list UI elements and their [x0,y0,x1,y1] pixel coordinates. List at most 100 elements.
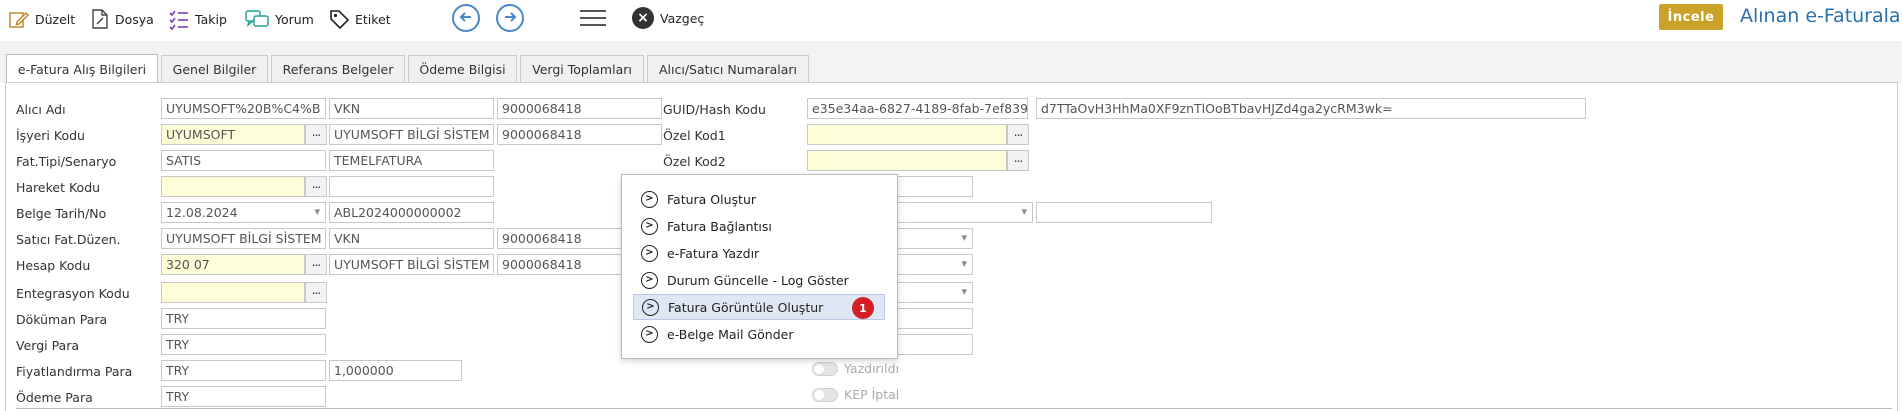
odeme-para-field[interactable]: TRY [161,386,326,407]
belge-tarih-field[interactable]: 12.08.2024 [161,202,326,223]
hesap-vkn-field[interactable]: 9000068418 [497,254,622,275]
back-button[interactable] [452,4,480,32]
tab-alici-satici-numaralari[interactable]: Alıcı/Satıcı Numaraları [647,55,809,82]
track-button[interactable]: Takip [168,8,227,30]
ozel-kod2-lookup-button[interactable]: ... [1007,150,1029,171]
kur-field[interactable]: 1,000000 [329,360,462,381]
tab-efatura-alis[interactable]: e-Fatura Alış Bilgileri [6,54,158,83]
satici-id-type-field[interactable]: VKN [329,228,494,249]
page-title: Alınan e-Faturalar [1740,5,1902,27]
pencil-icon [8,8,30,30]
vergi-para-field[interactable]: TRY [161,334,326,355]
tag-button[interactable]: Etiket [328,8,391,30]
hareket-kodu-label: Hareket Kodu [16,180,101,195]
odeme-para-label: Ödeme Para [16,390,93,405]
kep-iptal-toggle[interactable] [812,387,838,402]
comment-label: Yorum [275,11,314,27]
belge-no-field[interactable]: ABL2024000000002 [329,202,494,223]
ozel-kod1-field[interactable] [807,124,1007,145]
right-field-row5[interactable] [1036,202,1212,223]
comment-button[interactable]: Yorum [244,8,314,30]
close-icon: × [632,7,654,29]
hamburger-menu-icon[interactable] [580,10,606,28]
chevron-right-icon: > [641,217,658,235]
menu-item-fatura-olustur[interactable]: > Fatura Oluştur [633,186,885,212]
hesap-name-field[interactable]: UYUMSOFT BİLGİ SİSTEM [329,254,494,275]
menu-item-label: Fatura Bağlantısı [667,218,772,234]
isyeri-vkn-field[interactable]: 9000068418 [497,124,662,145]
tab-bar: e-Fatura Alış Bilgileri Genel Bilgiler R… [0,41,1902,83]
file-button[interactable]: Dosya [90,8,154,30]
satici-fat-label: Satıcı Fat.Düzen. [16,232,121,247]
toolbar: Düzelt Dosya Takip Yorum Etiket × Vazgeç… [0,0,1902,40]
dokuman-para-label: Döküman Para [16,312,108,327]
cancel-label: Vazgeç [660,10,705,26]
menu-item-efatura-yazdir[interactable]: > e-Fatura Yazdır [633,240,885,266]
menu-item-label: Fatura Oluştur [667,191,757,207]
fiyatlandirma-para-field[interactable]: TRY [161,360,326,381]
alici-id-type-field[interactable]: VKN [329,98,494,119]
fat-tipi-label: Fat.Tipi/Senaryo [16,154,117,169]
tag-label: Etiket [355,11,391,27]
menu-item-label: e-Fatura Yazdır [667,245,760,261]
menu-item-label: Fatura Görüntüle Oluştur [668,299,824,315]
isyeri-kodu-field[interactable]: UYUMSOFT [161,124,305,145]
alici-adi-field[interactable]: UYUMSOFT%20B%C4%B [161,98,326,119]
chevron-right-icon: > [641,244,658,262]
alici-vkn-field[interactable]: 9000068418 [497,98,662,119]
track-label: Takip [195,11,227,27]
arrow-right-icon [503,10,517,27]
fat-tipi-field[interactable]: SATIS [161,150,326,171]
forward-button[interactable] [496,4,524,32]
hareket-kodu-field[interactable] [161,176,305,197]
ozel-kod1-lookup-button[interactable]: ... [1007,124,1029,145]
guid-label: GUID/Hash Kodu [663,102,766,117]
hash-field[interactable]: d7TTaOvH3HhMa0XF9znTlOoBTbavHJZd4ga2ycRM… [1036,98,1586,119]
menu-item-label: Durum Güncelle - Log Göster [667,272,849,288]
menu-item-durum-guncelle[interactable]: > Durum Güncelle - Log Göster [633,267,885,293]
dokuman-para-field[interactable]: TRY [161,308,326,329]
tab-genel-bilgiler[interactable]: Genel Bilgiler [161,55,268,82]
tab-vergi-toplamlari[interactable]: Vergi Toplamları [520,55,644,82]
file-label: Dosya [115,11,154,27]
senaryo-field[interactable]: TEMELFATURA [329,150,494,171]
chevron-right-icon: > [641,325,658,343]
file-icon [90,8,110,30]
inspect-button[interactable]: İncele [1659,4,1723,30]
vergi-para-label: Vergi Para [16,338,80,353]
edit-label: Düzelt [35,11,76,27]
satici-name-field[interactable]: UYUMSOFT BİLGİ SİSTEM [161,228,326,249]
hesap-lookup-button[interactable]: ... [305,254,327,275]
tab-odeme-bilgisi[interactable]: Ödeme Bilgisi [408,55,517,82]
yazdirildi-toggle-row[interactable]: Yazdırıldı [812,361,899,376]
menu-item-fatura-baglantisi[interactable]: > Fatura Bağlantısı [633,213,885,239]
guid-field[interactable]: e35e34aa-6827-4189-8fab-7ef839 [807,98,1028,119]
chevron-right-icon: > [641,190,658,208]
tag-icon [328,8,350,30]
entegrasyon-kodu-label: Entegrasyon Kodu [16,286,130,301]
menu-item-label: e-Belge Mail Gönder [667,326,794,342]
menu-item-fatura-goruntule-olustur[interactable]: > Fatura Görüntüle Oluştur 1 [633,294,885,320]
entegrasyon-kodu-field[interactable] [161,282,305,303]
fiyatlandirma-para-label: Fiyatlandırma Para [16,364,133,379]
ozel-kod2-field[interactable] [807,150,1007,171]
isyeri-kodu-label: İşyeri Kodu [16,128,85,143]
hareket-lookup-button[interactable]: ... [305,176,327,197]
entegrasyon-lookup-button[interactable]: ... [305,282,327,303]
arrow-left-icon [459,10,473,27]
hesap-kodu-field[interactable]: 320 07 [161,254,305,275]
isyeri-lookup-button[interactable]: ... [305,124,327,145]
tab-referans-belgeler[interactable]: Referans Belgeler [271,55,405,82]
hareket-desc-field[interactable] [329,176,494,197]
yazdirildi-toggle[interactable] [812,361,838,376]
edit-button[interactable]: Düzelt [8,8,75,30]
cancel-button[interactable]: × Vazgeç [632,7,704,29]
checklist-icon [168,8,190,30]
alici-adi-label: Alıcı Adı [16,102,66,117]
kep-iptal-toggle-row[interactable]: KEP İptal [812,387,899,402]
menu-item-ebelge-mail-gonder[interactable]: > e-Belge Mail Gönder [633,321,885,347]
satici-vkn-field[interactable]: 9000068418 [497,228,622,249]
chevron-right-icon: > [641,271,658,289]
isyeri-name-field[interactable]: UYUMSOFT BİLGİ SİSTEM [329,124,494,145]
ozel-kod2-label: Özel Kod2 [663,154,726,169]
